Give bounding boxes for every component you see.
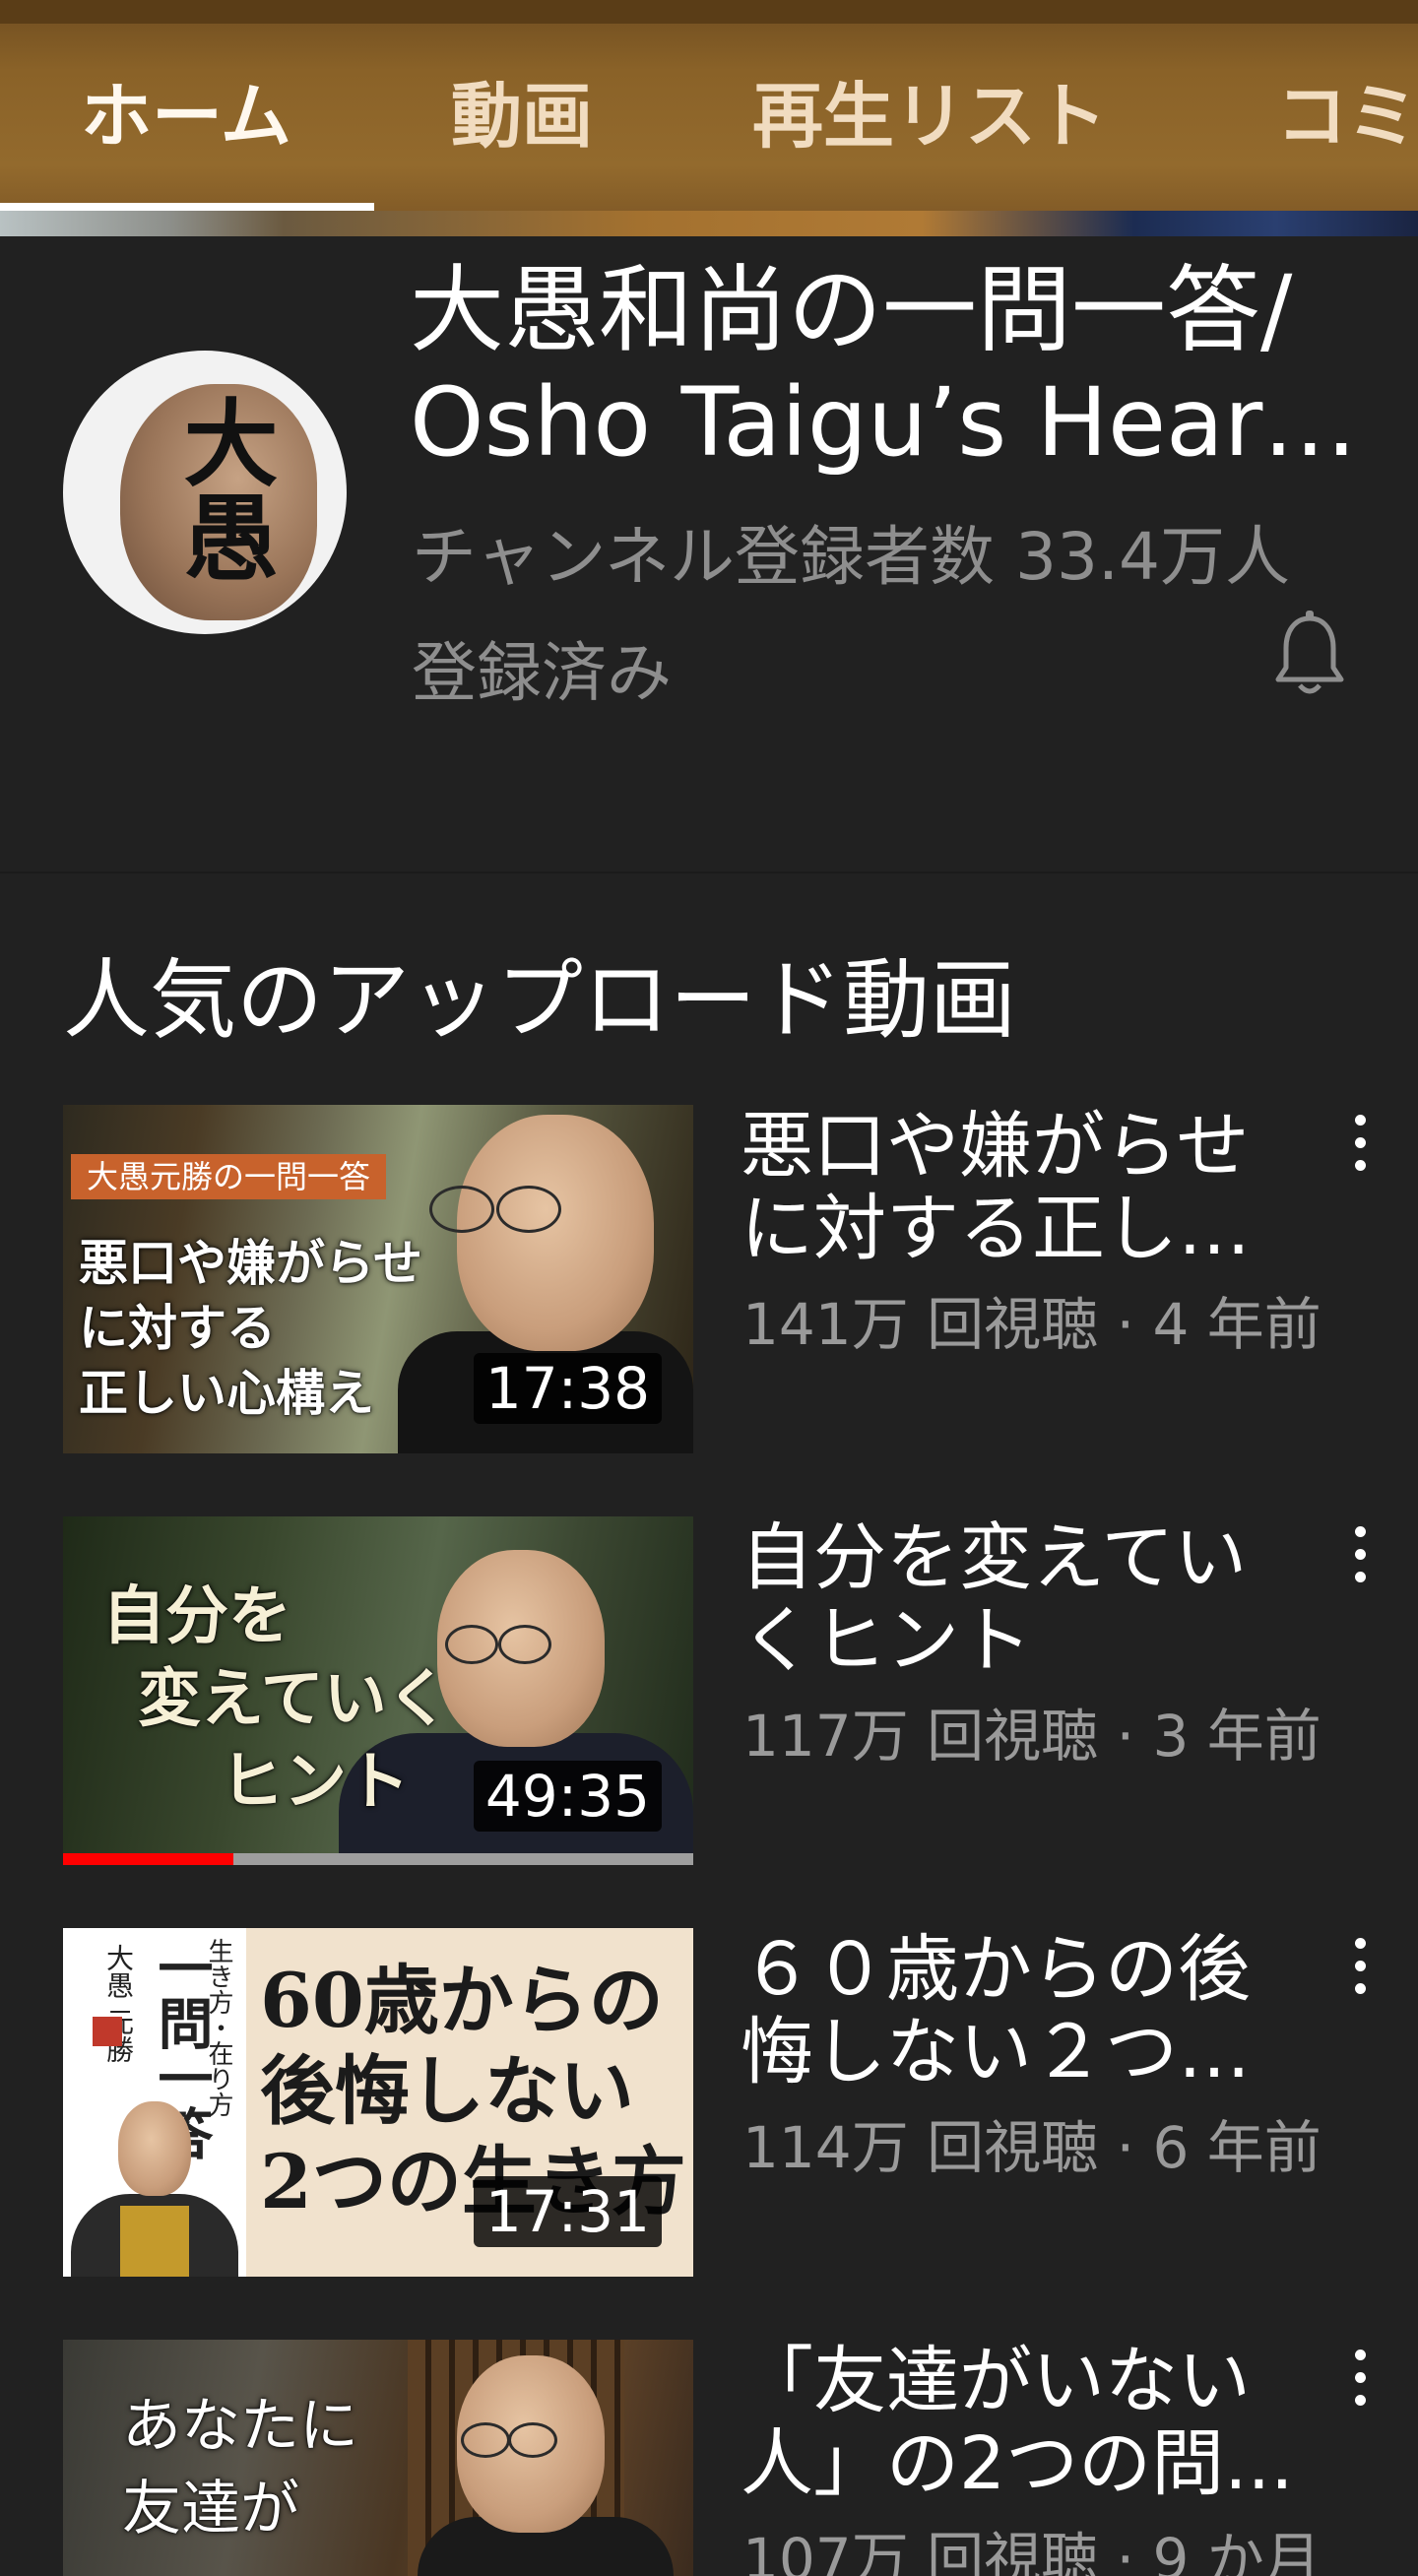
- video-item[interactable]: 生き方・在り方 一問一答 大愚 元勝 60歳からの 後悔しない 2つの生き方 1…: [0, 1928, 1418, 2283]
- thumb-glasses: [508, 2422, 557, 2458]
- thumb-caption-line: あなたに: [122, 2392, 358, 2461]
- more-options-icon[interactable]: [1345, 1115, 1375, 1184]
- video-title[interactable]: 悪口や嫌がらせ に対する正しい...: [741, 1105, 1302, 1270]
- more-options-icon[interactable]: [1345, 1938, 1375, 2007]
- video-title[interactable]: 「友達がいない 人」の2つの問...: [741, 2340, 1302, 2505]
- tab-community[interactable]: コミ: [1276, 67, 1418, 165]
- thumb-caption-line: 悪口や嫌がらせ: [79, 1235, 422, 1292]
- tab-home[interactable]: ホーム: [81, 67, 291, 165]
- thumb-side-panel: 生き方・在り方 一問一答 大愚 元勝: [63, 1928, 246, 2277]
- thumb-face: [457, 1115, 654, 1351]
- thumb-kesa: [120, 2206, 189, 2277]
- video-duration: 17:38: [473, 1353, 662, 1424]
- video-title-line: ６０歳からの後: [741, 1928, 1251, 2011]
- video-title-line: 悔しない２つの...: [741, 2011, 1302, 2093]
- thumb-glasses: [461, 2422, 510, 2458]
- thumb-caption: 自分を 変えていく ヒント: [102, 1576, 450, 1824]
- video-title-line: 自分を変えてい: [741, 1516, 1248, 1599]
- channel-title: 大愚和尚の一問一答/ Osho Taigu’s Heart ...: [410, 254, 1385, 479]
- video-thumbnail[interactable]: 自分を 変えていく ヒント 49:35: [63, 1516, 693, 1865]
- tab-playlists[interactable]: 再生リスト: [752, 67, 1107, 165]
- video-title[interactable]: ６０歳からの後 悔しない２つの...: [741, 1928, 1302, 2093]
- thumb-caption-line: 自分を: [102, 1579, 291, 1653]
- channel-avatar[interactable]: 大愚: [63, 351, 347, 634]
- video-meta: 114万 回視聴 · 6 年前: [742, 2114, 1321, 2181]
- notification-bell-icon[interactable]: [1272, 611, 1347, 697]
- thumb-caption: あなたに 友達が: [122, 2385, 358, 2550]
- video-item[interactable]: 自分を 変えていく ヒント 49:35 自分を変えてい くヒント 117万 回視…: [0, 1516, 1418, 1871]
- channel-header: 大愚 大愚和尚の一問一答/ Osho Taigu’s Heart ... チャン…: [0, 236, 1418, 871]
- active-tab-indicator: [0, 203, 374, 211]
- thumb-caption-line: 正しい心構え: [79, 1365, 374, 1422]
- video-title-line: に対する正しい...: [741, 1188, 1302, 1270]
- avatar-calligraphy: 大愚: [167, 394, 279, 583]
- channel-title-line1: 大愚和尚の一問一答/: [410, 255, 1293, 365]
- thumb-caption-line: 変えていく: [138, 1662, 450, 1736]
- video-title-line: 悪口や嫌がらせ: [741, 1105, 1250, 1188]
- popular-uploads-heading: 人気のアップロード動画: [63, 949, 1017, 1051]
- thumb-face: [118, 2101, 191, 2196]
- section-divider: [0, 871, 1418, 873]
- thumb-seal: [93, 2017, 122, 2046]
- thumb-glasses: [496, 1186, 561, 1233]
- video-duration: 17:31: [473, 2176, 662, 2247]
- video-title[interactable]: 自分を変えてい くヒント: [741, 1516, 1302, 1682]
- more-options-icon[interactable]: [1345, 1526, 1375, 1595]
- thumb-caption-line: 後悔しない: [260, 2047, 634, 2135]
- channel-title-line2: Osho Taigu’s Heart ...: [410, 367, 1385, 478]
- thumb-caption-line: 60歳からの: [260, 1957, 664, 2044]
- video-meta: 117万 回視聴 · 3 年前: [742, 1703, 1321, 1770]
- channel-tab-bar: ホーム 動画 再生リスト コミ: [0, 0, 1418, 236]
- video-meta: 141万 回視聴 · 4 年前: [742, 1291, 1321, 1358]
- tab-videos[interactable]: 動画: [451, 67, 593, 165]
- video-meta: 107万 回視聴 · 9 か月: [742, 2526, 1321, 2576]
- video-thumbnail[interactable]: 大愚元勝の一問一答 悪口や嫌がらせ に対する 正しい心構え 17:38: [63, 1105, 693, 1453]
- channel-banner: [0, 211, 1418, 236]
- subscribed-button[interactable]: 登録済み: [412, 620, 672, 715]
- thumb-glasses: [445, 1625, 498, 1664]
- video-item[interactable]: あなたに 友達が 「友達がいない 人」の2つの問... 107万 回視聴 · 9…: [0, 2340, 1418, 2576]
- thumb-glasses: [429, 1186, 494, 1233]
- video-thumbnail[interactable]: あなたに 友達が: [63, 2340, 693, 2576]
- thumb-caption-line: に対する: [79, 1300, 276, 1357]
- video-title-line: くヒント: [741, 1599, 1032, 1682]
- video-duration: 49:35: [473, 1761, 662, 1832]
- subscriber-count: チャンネル登録者数 33.4万人: [412, 519, 1290, 595]
- thumb-caption-line: 友達が: [122, 2475, 299, 2544]
- video-thumbnail[interactable]: 生き方・在り方 一問一答 大愚 元勝 60歳からの 後悔しない 2つの生き方 1…: [63, 1928, 693, 2277]
- thumb-caption-line: ヒント: [221, 1745, 410, 1819]
- video-title-line: 「友達がいない: [741, 2340, 1251, 2422]
- banner-top-strip: [0, 0, 1418, 24]
- watch-progress-fill: [63, 1853, 233, 1865]
- thumb-glasses: [498, 1625, 551, 1664]
- thumb-caption: 悪口や嫌がらせ に対する 正しい心構え: [79, 1231, 422, 1426]
- video-item[interactable]: 大愚元勝の一問一答 悪口や嫌がらせ に対する 正しい心構え 17:38 悪口や嫌…: [0, 1105, 1418, 1459]
- thumb-series-tag: 大愚元勝の一問一答: [71, 1154, 387, 1199]
- more-options-icon[interactable]: [1345, 2350, 1375, 2418]
- video-title-line: 人」の2つの問...: [741, 2422, 1294, 2505]
